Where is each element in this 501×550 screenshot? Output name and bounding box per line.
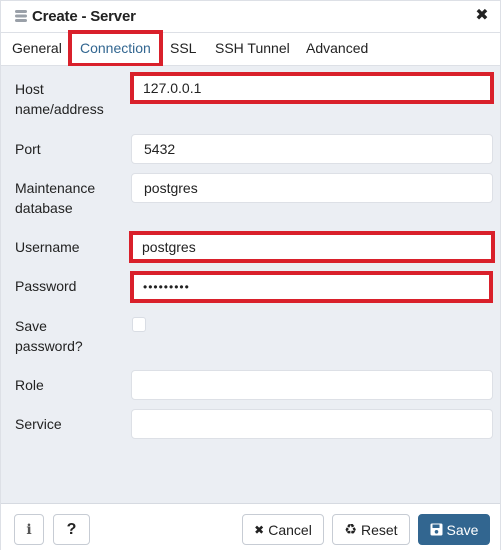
host-label-line2: name/address	[15, 101, 104, 117]
floppy-disk-icon	[430, 523, 443, 536]
service-label: Service	[15, 416, 62, 432]
save-password-checkbox[interactable]	[132, 317, 146, 332]
close-icon: ✖	[254, 522, 265, 537]
role-input[interactable]	[131, 370, 493, 400]
port-label: Port	[15, 141, 41, 157]
password-input[interactable]: •••••••••	[130, 271, 493, 303]
cancel-button[interactable]: ✖ Cancel	[242, 514, 324, 545]
reset-label: Reset	[360, 521, 398, 538]
host-label-line1: Host	[15, 81, 44, 97]
maintenance-db-label: Maintenance database	[15, 178, 95, 218]
tab-general[interactable]: General	[12, 40, 62, 56]
dialog-title: Create - Server	[32, 8, 136, 25]
reset-button[interactable]: ♻ Reset	[332, 514, 410, 545]
password-label: Password	[15, 278, 77, 294]
save-password-label-line2: password?	[15, 338, 83, 354]
maintenance-db-label-line1: Maintenance	[15, 180, 96, 196]
info-icon: i	[26, 521, 32, 538]
info-button[interactable]: i	[14, 514, 44, 545]
server-icon	[15, 10, 27, 22]
maintenance-db-label-line2: database	[15, 200, 73, 216]
username-label: Username	[15, 239, 80, 255]
save-label: Save	[446, 521, 479, 538]
help-button[interactable]: ?	[53, 514, 90, 545]
maintenance-db-input[interactable]: postgres	[131, 173, 493, 203]
host-input[interactable]: 127.0.0.1	[130, 72, 494, 104]
create-server-dialog: Create - Server ✖ General Connection SSL…	[0, 0, 501, 550]
tab-connection[interactable]: Connection	[80, 40, 151, 56]
port-input[interactable]: 5432	[131, 134, 493, 164]
tab-ssl[interactable]: SSL	[170, 40, 196, 56]
dialog-footer: i ? ✖ Cancel ♻ Reset Save	[1, 504, 500, 550]
host-label: Host name/address	[15, 79, 104, 119]
role-label: Role	[15, 377, 44, 393]
username-input[interactable]: postgres	[129, 231, 495, 263]
tab-ssh-tunnel[interactable]: SSH Tunnel	[215, 40, 290, 56]
save-button[interactable]: Save	[418, 514, 490, 545]
recycle-icon: ♻	[344, 521, 357, 537]
save-password-label: Save password?	[15, 316, 83, 356]
help-icon: ?	[66, 520, 77, 538]
save-password-label-line1: Save	[15, 318, 47, 334]
service-input[interactable]	[131, 409, 493, 439]
close-icon[interactable]: ✖	[473, 6, 491, 26]
dialog-titlebar: Create - Server ✖	[1, 1, 500, 33]
tab-advanced[interactable]: Advanced	[306, 40, 368, 56]
tab-bar: General Connection SSL SSH Tunnel Advanc…	[1, 33, 500, 66]
cancel-label: Cancel	[268, 521, 312, 538]
